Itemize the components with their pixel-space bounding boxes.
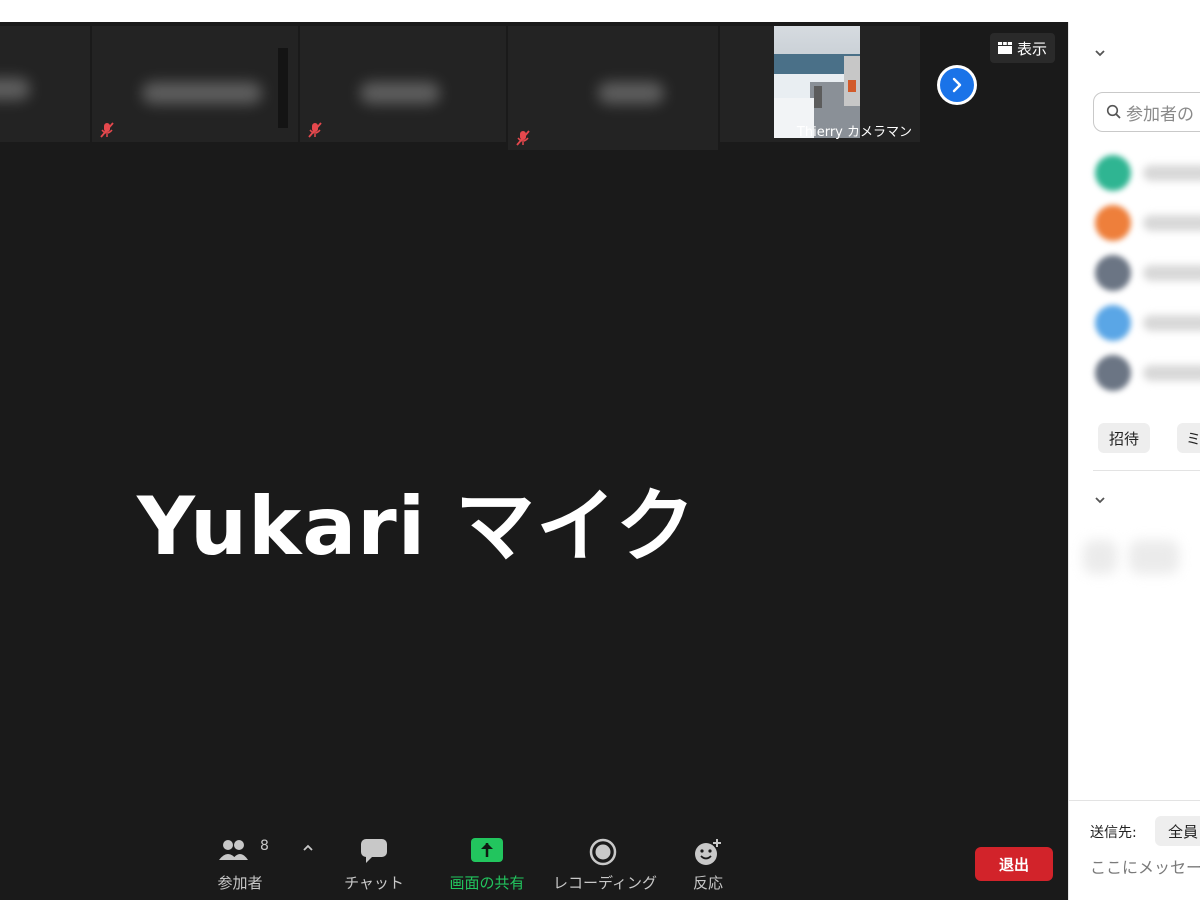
- video-edge: [278, 48, 288, 128]
- participant-tile[interactable]: [300, 26, 506, 142]
- mic-muted-icon: [516, 130, 530, 146]
- share-screen-label: 画面の共有: [449, 874, 525, 892]
- participant-name-label: Thierry カメラマン: [796, 125, 912, 140]
- side-panel: 参加者の 招待 ミ 送信先: 全員 ここにメッセージ: [1068, 22, 1200, 900]
- blurred-name: [598, 82, 664, 104]
- thumbnail-strip: Thierry カメラマン: [0, 26, 920, 150]
- emoji-plus-icon: [695, 839, 721, 865]
- mic-muted-icon: [100, 122, 114, 138]
- chat-icon: [361, 839, 387, 863]
- chevron-up-icon: [303, 844, 313, 851]
- send-to-select[interactable]: 全員: [1155, 816, 1200, 846]
- participant-list-item[interactable]: [1095, 155, 1200, 191]
- avatar: [1095, 205, 1131, 241]
- send-to-label: 送信先:: [1090, 825, 1137, 841]
- reactions-button[interactable]: 反応: [658, 838, 758, 892]
- divider: [1069, 800, 1200, 801]
- blurred-name: [1143, 215, 1200, 231]
- share-up-icon: [471, 838, 503, 862]
- blurred-chat-message: [1083, 540, 1117, 574]
- participant-tile-video[interactable]: Thierry カメラマン: [720, 26, 920, 142]
- next-page-button-inner: [940, 68, 974, 102]
- blurred-name: [360, 82, 440, 104]
- chat-label: チャット: [344, 874, 404, 892]
- leave-meeting-button[interactable]: 退出: [975, 847, 1053, 881]
- participants-button[interactable]: 8 参加者: [190, 838, 290, 892]
- participants-menu-button[interactable]: [300, 840, 316, 856]
- participant-list-item[interactable]: [1095, 305, 1200, 341]
- participant-tile[interactable]: [508, 26, 718, 150]
- view-button[interactable]: 表示: [990, 33, 1056, 63]
- share-screen-button[interactable]: 画面の共有: [437, 838, 537, 892]
- meeting-toolbar: 8 参加者 チャット 画面の共有 レコーディング 反応: [0, 832, 1068, 892]
- participant-tile[interactable]: [92, 26, 298, 142]
- participant-tile[interactable]: [0, 26, 90, 142]
- chevron-down-icon[interactable]: [1093, 46, 1107, 60]
- mic-muted-icon: [308, 122, 322, 138]
- search-placeholder: 参加者の: [1126, 104, 1194, 125]
- blurred-name: [0, 78, 30, 100]
- view-button-label: 表示: [1017, 39, 1048, 58]
- divider: [1093, 470, 1200, 471]
- participant-list-item[interactable]: [1095, 205, 1200, 241]
- grid-icon: [998, 42, 1012, 54]
- avatar: [1095, 255, 1131, 291]
- participant-list-item[interactable]: [1095, 255, 1200, 291]
- blurred-name: [1143, 315, 1200, 331]
- avatar: [1095, 155, 1131, 191]
- participants-count: 8: [260, 838, 269, 854]
- blurred-name: [142, 82, 262, 104]
- participant-search-input[interactable]: 参加者の: [1093, 92, 1200, 132]
- message-input[interactable]: ここにメッセージ: [1090, 854, 1200, 878]
- chevron-right-icon: [952, 77, 962, 93]
- meeting-stage: Thierry カメラマン 表示 Yukari マイク: [0, 22, 1068, 900]
- mute-all-button[interactable]: ミ: [1177, 423, 1200, 453]
- record-button[interactable]: レコーディング: [553, 838, 657, 892]
- reactions-label: 反応: [692, 874, 723, 892]
- blurred-name: [1143, 365, 1200, 381]
- record-label: レコーディング: [553, 874, 657, 892]
- search-icon: [1106, 104, 1121, 119]
- blurred-chat-message: [1129, 540, 1179, 574]
- window-top-bar: [0, 0, 1200, 22]
- record-icon: [589, 838, 617, 866]
- people-icon: [219, 840, 248, 860]
- blurred-name: [1143, 165, 1200, 181]
- avatar: [1095, 305, 1131, 341]
- blurred-name: [1143, 265, 1200, 281]
- active-speaker-name: Yukari マイク: [137, 480, 697, 573]
- invite-button[interactable]: 招待: [1098, 423, 1150, 453]
- chevron-down-icon[interactable]: [1093, 493, 1107, 507]
- next-page-button[interactable]: [937, 65, 977, 105]
- chat-button[interactable]: チャット: [324, 838, 424, 892]
- avatar: [1095, 355, 1131, 391]
- participant-list-item[interactable]: [1095, 355, 1200, 391]
- participants-label: 参加者: [217, 874, 263, 892]
